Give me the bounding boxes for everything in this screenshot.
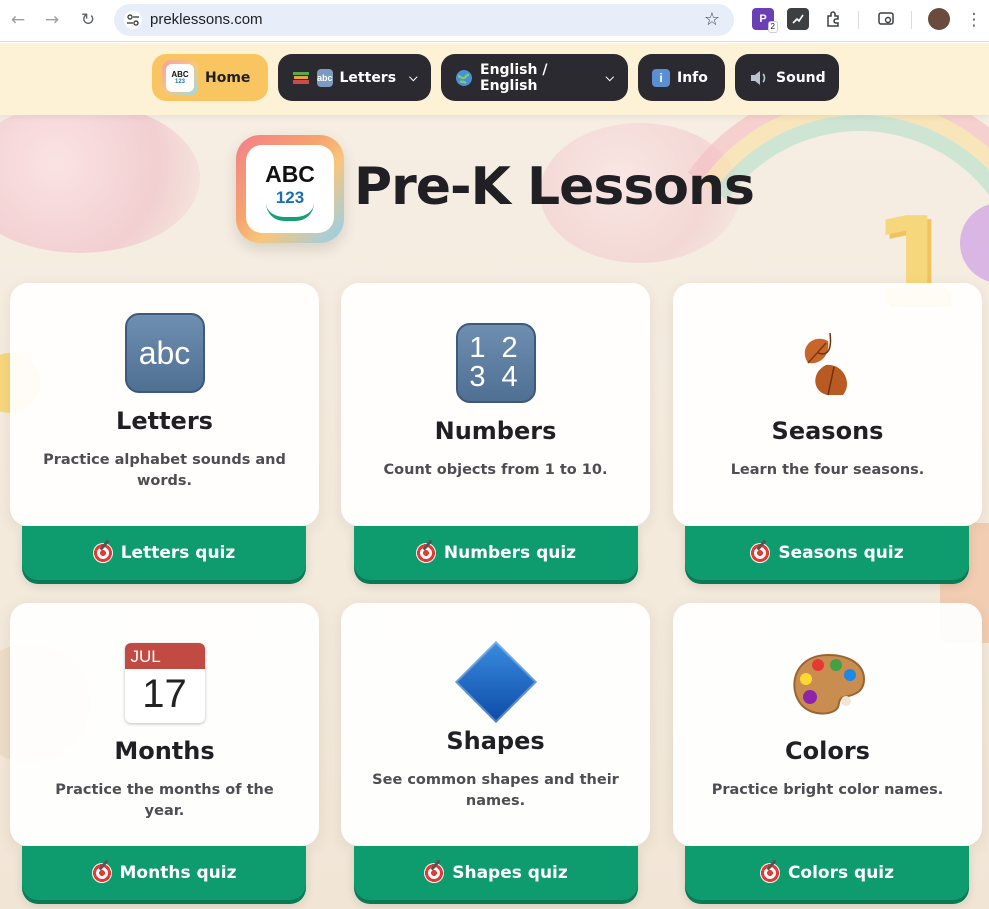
lesson-card-seasons[interactable]: Seasons Learn the four seasons. (673, 283, 982, 526)
extension-badge: 2 (767, 21, 778, 33)
chevron-down-icon: ⌵ (605, 70, 614, 84)
abc-tile-icon: abc (124, 313, 205, 393)
target-icon (759, 863, 780, 883)
nav-language-label: English / English (480, 61, 548, 94)
top-navigation: ABC 123 Home abc Letters ⌵ English / Eng… (0, 43, 989, 115)
nav-info-label: Info (677, 69, 708, 86)
chevron-down-icon: ⌵ (409, 70, 418, 84)
target-icon (91, 863, 112, 883)
lesson-card-months[interactable]: JUL 17 Months Practice the months of the… (10, 603, 319, 846)
lesson-card-colors[interactable]: Colors Practice bright color names. (673, 603, 982, 846)
forward-icon[interactable]: → (38, 6, 66, 34)
target-icon (92, 543, 113, 563)
artist-palette-icon (792, 653, 865, 715)
target-icon (424, 863, 445, 883)
bookmark-star-icon[interactable]: ☆ (704, 9, 720, 30)
nav-language-dropdown[interactable]: English / English ⌵ (441, 54, 628, 101)
card-title: Months (114, 737, 215, 765)
tab-search-icon[interactable] (875, 8, 897, 30)
nav-letters-dropdown[interactable]: abc Letters ⌵ (278, 54, 431, 101)
letters-quiz-button[interactable]: Letters quiz (22, 526, 306, 580)
card-description: Practice the months of the year. (55, 782, 274, 819)
card-description: Practice alphabet sounds and words. (43, 452, 286, 489)
nav-info-button[interactable]: i Info (638, 54, 725, 101)
abc-icon: abc (317, 68, 333, 87)
card-description: Practice bright color names. (711, 782, 944, 798)
app-logo-icon: ABC 123 (162, 59, 198, 96)
hero-app-logo-icon: ABC 123 (236, 135, 344, 243)
blue-diamond-icon (454, 640, 537, 724)
nav-sound-button[interactable]: Sound (735, 54, 839, 101)
site-info-icon[interactable] (124, 11, 142, 29)
analytics-extension-icon[interactable] (787, 8, 809, 30)
lesson-card-letters[interactable]: abc Letters Practice alphabet sounds and… (10, 283, 319, 526)
browser-toolbar: ← → ↻ preklessons.com ☆ P 2 ⋮ (0, 0, 989, 42)
info-icon: i (652, 68, 670, 87)
smile-mark (266, 203, 314, 221)
speaker-icon (749, 69, 769, 87)
lesson-card-numbers[interactable]: 1 2 3 4 Numbers Count objects from 1 to … (341, 283, 650, 526)
card-title: Seasons (771, 417, 884, 445)
shapes-quiz-button[interactable]: Shapes quiz (354, 846, 638, 900)
books-icon (292, 70, 310, 86)
back-icon[interactable]: ← (4, 6, 32, 34)
card-description: Learn the four seasons. (730, 462, 925, 478)
nav-home-button[interactable]: ABC 123 Home (152, 54, 268, 101)
globe-icon (455, 69, 473, 87)
page-content: 1 ABC 123 Home abc Letters ⌵ English / E… (0, 43, 989, 909)
toolbar-divider (858, 11, 859, 29)
fallen-leaves-icon (804, 332, 847, 396)
page-title: Pre-K Lessons (354, 157, 755, 217)
months-quiz-button[interactable]: Months quiz (22, 846, 306, 900)
card-title: Colors (785, 737, 870, 765)
target-icon (415, 543, 436, 563)
lesson-card-shapes[interactable]: Shapes See common shapes and their names… (341, 603, 650, 846)
nav-letters-label: Letters (339, 69, 397, 86)
card-description: Count objects from 1 to 10. (383, 462, 608, 478)
target-icon (750, 543, 771, 563)
colors-quiz-button[interactable]: Colors quiz (685, 846, 969, 900)
numbers-quiz-button[interactable]: Numbers quiz (354, 526, 638, 580)
card-title: Letters (116, 407, 213, 435)
nav-sound-label: Sound (776, 69, 826, 86)
card-title: Shapes (446, 727, 545, 755)
toolbar-divider (911, 11, 912, 29)
card-description: See common shapes and their names. (372, 772, 619, 809)
address-bar[interactable]: preklessons.com ☆ (114, 4, 734, 36)
card-title: Numbers (434, 417, 557, 445)
url-text[interactable]: preklessons.com (150, 11, 263, 28)
background-cloud (0, 103, 200, 253)
nav-home-label: Home (205, 69, 251, 86)
browser-menu-icon[interactable]: ⋮ (960, 6, 988, 34)
numbers-tile-icon: 1 2 3 4 (455, 323, 536, 403)
calendar-icon: JUL 17 (124, 643, 205, 723)
seasons-quiz-button[interactable]: Seasons quiz (685, 526, 969, 580)
reload-icon[interactable]: ↻ (74, 6, 102, 34)
extension-icon[interactable]: P 2 (752, 8, 778, 33)
extensions-puzzle-icon[interactable] (822, 8, 844, 30)
profile-avatar-icon[interactable] (928, 8, 950, 30)
